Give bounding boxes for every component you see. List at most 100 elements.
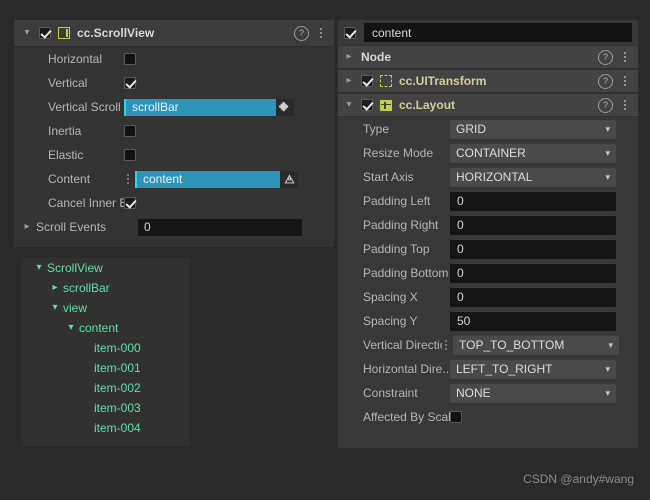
inertia-checkbox[interactable]: [124, 125, 136, 137]
chevron-down-icon[interactable]: [34, 263, 44, 273]
padding-top-input[interactable]: 0: [450, 239, 616, 259]
property-label: Padding Top: [363, 242, 430, 256]
property-label: Vertical Scroll ...: [48, 100, 124, 114]
property-label: Spacing Y: [363, 314, 418, 328]
vertical-scrollbar-ref-field[interactable]: scrollBar: [124, 98, 276, 116]
property-label: Type: [363, 122, 390, 136]
question-circle-icon[interactable]: ?: [294, 25, 309, 41]
drag-handle-icon[interactable]: [124, 174, 132, 184]
dropdown-value: CONTAINER: [456, 146, 526, 160]
tree-item-label: item-004: [94, 421, 141, 435]
property-row-elastic: Elastic: [14, 143, 334, 167]
property-label: Horizontal: [48, 52, 103, 66]
puzzle-piece-icon[interactable]: [276, 98, 294, 116]
property-row-start-axis: Start Axis HORIZONTAL ▾: [338, 165, 638, 189]
chevron-right-icon[interactable]: [344, 52, 354, 62]
tree-item-item-004[interactable]: item-004: [22, 418, 190, 438]
property-row-horizontal-direction: Horizontal Dire... LEFT_TO_RIGHT ▾: [338, 357, 638, 381]
vertical-dots-icon[interactable]: [620, 74, 630, 88]
cancel-inner-events-checkbox[interactable]: [124, 197, 136, 209]
property-row-padding-right: Padding Right 0: [338, 213, 638, 237]
chevron-down-icon: ▾: [608, 339, 613, 350]
property-label: Vertical Direction: [363, 338, 442, 352]
horizontal-direction-dropdown[interactable]: LEFT_TO_RIGHT ▾: [450, 359, 616, 379]
tree-item-item-002[interactable]: item-002: [22, 378, 190, 398]
tree-item-scrollview[interactable]: ScrollView: [22, 258, 190, 278]
dropdown-value: GRID: [456, 122, 486, 136]
elastic-checkbox[interactable]: [124, 149, 136, 161]
property-label: Padding Bottom: [363, 266, 449, 280]
tree-item-view[interactable]: view: [22, 298, 190, 318]
padding-left-input[interactable]: 0: [450, 191, 616, 211]
chevron-down-icon: ▾: [605, 123, 610, 134]
resize-mode-dropdown[interactable]: CONTAINER ▾: [450, 143, 616, 163]
spacing-y-input[interactable]: 50: [450, 311, 616, 331]
property-label: Vertical: [48, 76, 88, 90]
chevron-down-icon: ▾: [605, 363, 610, 374]
chevron-right-icon[interactable]: [22, 222, 32, 232]
property-label: Scroll Events: [36, 220, 107, 234]
chevron-down-icon: ▾: [605, 171, 610, 182]
dropdown-value: TOP_TO_BOTTOM: [459, 338, 565, 352]
layout-enabled-checkbox[interactable]: [361, 99, 373, 111]
node-tree-panel: ScrollView scrollBar view content item-0…: [22, 258, 190, 446]
uitransform-enabled-checkbox[interactable]: [361, 75, 373, 87]
chevron-down-icon[interactable]: [66, 323, 76, 333]
node-enabled-checkbox[interactable]: [344, 26, 356, 39]
property-row-padding-bottom: Padding Bottom 0: [338, 261, 638, 285]
vertical-checkbox[interactable]: [124, 77, 136, 89]
vertical-dots-icon[interactable]: [620, 98, 630, 112]
question-circle-icon[interactable]: ?: [598, 97, 613, 113]
watermark: CSDN @andy#wang: [523, 472, 634, 486]
section-header-node[interactable]: Node ?: [338, 45, 638, 69]
property-label: Constraint: [363, 386, 418, 400]
scroll-events-count-field[interactable]: 0: [138, 218, 302, 236]
node-triangle-icon[interactable]: [280, 170, 298, 188]
component-title: cc.ScrollView: [77, 26, 155, 40]
tree-item-item-003[interactable]: item-003: [22, 398, 190, 418]
chevron-down-icon[interactable]: [50, 303, 60, 313]
chevron-right-icon[interactable]: [50, 283, 60, 293]
question-circle-icon[interactable]: ?: [598, 73, 613, 89]
scrollview-component-header[interactable]: cc.ScrollView ?: [14, 20, 334, 47]
property-row-padding-left: Padding Left 0: [338, 189, 638, 213]
question-circle-icon[interactable]: ?: [598, 49, 613, 65]
property-label: Content: [48, 172, 91, 186]
vertical-dots-icon[interactable]: [316, 26, 326, 40]
start-axis-dropdown[interactable]: HORIZONTAL ▾: [450, 167, 616, 187]
section-header-layout[interactable]: cc.Layout ?: [338, 93, 638, 117]
constraint-dropdown[interactable]: NONE ▾: [450, 383, 616, 403]
chevron-right-icon[interactable]: [344, 76, 354, 86]
spacing-x-input[interactable]: 0: [450, 287, 616, 307]
chevron-down-icon[interactable]: [344, 100, 354, 110]
property-label: Start Axis: [363, 170, 414, 184]
property-row-spacing-x: Spacing X 0: [338, 285, 638, 309]
chevron-down-icon[interactable]: [22, 28, 32, 38]
component-enabled-checkbox[interactable]: [39, 27, 51, 39]
property-row-vertical-scrollbar: Vertical Scroll ... scrollBar: [14, 95, 334, 119]
chevron-down-icon: ▾: [605, 387, 610, 398]
property-label: Cancel Inner E...: [48, 196, 124, 210]
property-row-padding-top: Padding Top 0: [338, 237, 638, 261]
section-header-uitransform[interactable]: cc.UITransform ?: [338, 69, 638, 93]
padding-right-input[interactable]: 0: [450, 215, 616, 235]
type-dropdown[interactable]: GRID ▾: [450, 119, 616, 139]
node-name-input[interactable]: content: [364, 23, 632, 42]
tree-item-scrollbar[interactable]: scrollBar: [22, 278, 190, 298]
content-ref-field[interactable]: content: [135, 170, 280, 188]
horizontal-checkbox[interactable]: [124, 53, 136, 65]
dropdown-value: NONE: [456, 386, 491, 400]
property-row-scroll-events: Scroll Events 0: [14, 215, 334, 239]
vertical-dots-icon[interactable]: [620, 50, 630, 64]
tree-item-item-000[interactable]: item-000: [22, 338, 190, 358]
tree-item-content[interactable]: content: [22, 318, 190, 338]
drag-handle-icon[interactable]: [442, 340, 450, 350]
uitransform-icon: [380, 75, 392, 87]
vertical-direction-dropdown[interactable]: TOP_TO_BOTTOM ▾: [453, 335, 619, 355]
affected-by-scale-checkbox[interactable]: [450, 411, 462, 423]
tree-item-label: item-003: [94, 401, 141, 415]
layout-icon: [380, 99, 392, 111]
padding-bottom-input[interactable]: 0: [450, 263, 616, 283]
section-title: Node: [361, 50, 391, 64]
tree-item-item-001[interactable]: item-001: [22, 358, 190, 378]
